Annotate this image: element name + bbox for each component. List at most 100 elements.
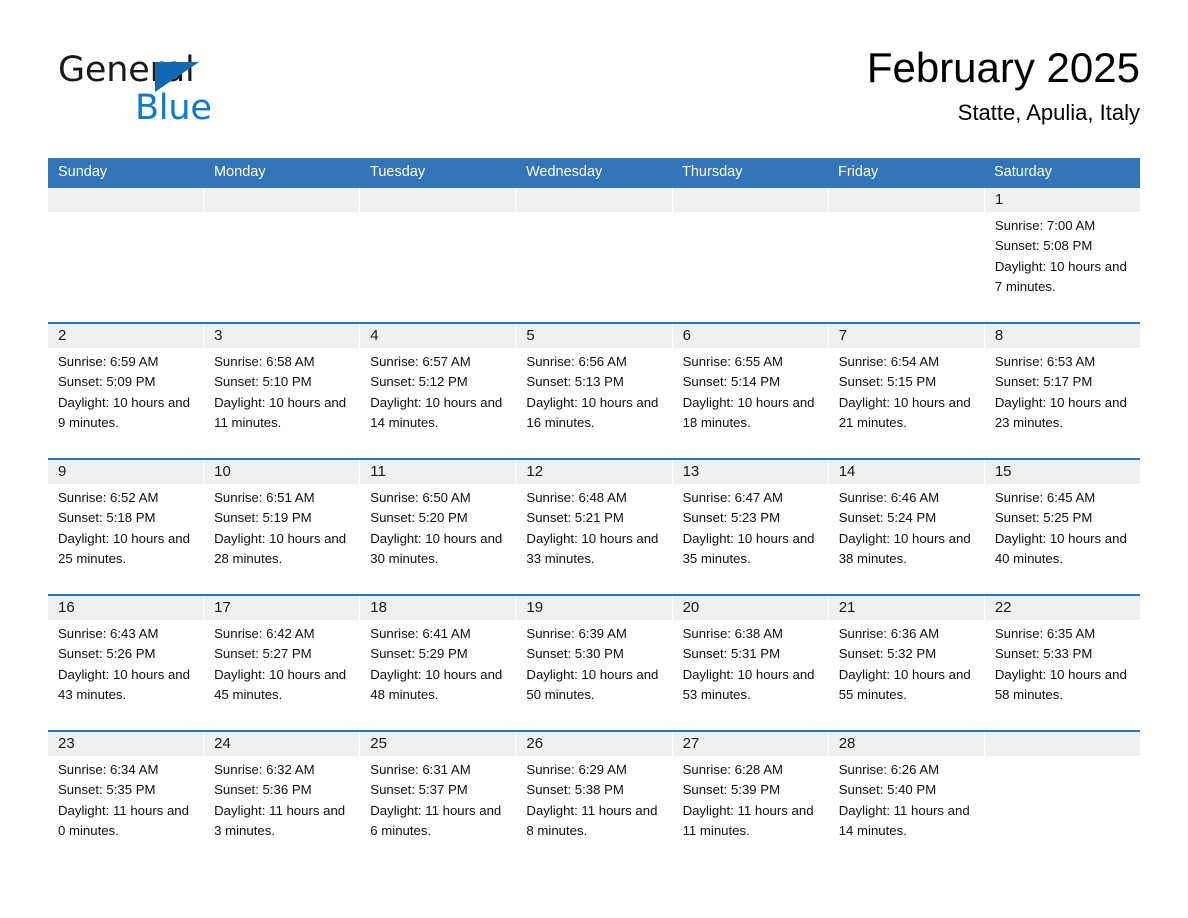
sunrise-text: Sunrise: 6:59 AM (58, 354, 159, 369)
day-number: 9 (48, 460, 204, 484)
day-number: 19 (516, 596, 672, 620)
day-number: 17 (204, 596, 360, 620)
day-cell[interactable]: 27 Sunrise: 6:28 AM Sunset: 5:39 PM Dayligh… (672, 732, 829, 860)
day-details: Sunrise: 6:34 AM Sunset: 5:35 PM Daylight:… (48, 756, 203, 841)
week-row-inner: 16 Sunrise: 6:43 AM Sunset: 5:26 PM Dayligh… (48, 596, 1140, 724)
sunrise-text: Sunrise: 6:38 AM (682, 626, 783, 641)
day-number: 28 (828, 732, 984, 756)
sunrise-text: Sunrise: 6:57 AM (370, 354, 471, 369)
day-number: 22 (984, 596, 1140, 620)
day-cell[interactable]: 12 Sunrise: 6:48 AM Sunset: 5:21 PM Dayligh… (516, 460, 673, 588)
day-cell-empty (516, 188, 673, 316)
day-cell[interactable]: 3 Sunrise: 6:58 AM Sunset: 5:10 PM Daylight… (204, 324, 361, 452)
day-details: Sunrise: 6:57 AM Sunset: 5:12 PM Daylight:… (360, 348, 515, 433)
day-details: Sunrise: 6:48 AM Sunset: 5:21 PM Daylight:… (516, 484, 671, 569)
day-cell[interactable]: 21 Sunrise: 6:36 AM Sunset: 5:32 PM Dayligh… (828, 596, 985, 724)
day-cell[interactable]: 8 Sunrise: 6:53 AM Sunset: 5:17 PM Daylight… (984, 324, 1140, 452)
sunrise-text: Sunrise: 6:56 AM (526, 354, 627, 369)
day-details: Sunrise: 6:35 AM Sunset: 5:33 PM Daylight:… (985, 620, 1140, 705)
day-cell[interactable]: 28 Sunrise: 6:26 AM Sunset: 5:40 PM Dayligh… (828, 732, 985, 860)
sunset-text: Sunset: 5:12 PM (370, 374, 468, 390)
day-cell[interactable]: 15 Sunrise: 6:45 AM Sunset: 5:25 PM Dayligh… (984, 460, 1140, 588)
sunset-text: Sunset: 5:10 PM (214, 374, 312, 390)
week-row: 2 Sunrise: 6:59 AM Sunset: 5:09 PM Daylight… (48, 322, 1140, 452)
week-row-inner: 1 Sunrise: 7:00 AM Sunset: 5:08 PM Daylight… (48, 188, 1140, 316)
sunrise-text: Sunrise: 6:41 AM (370, 626, 471, 641)
day-cell[interactable]: 16 Sunrise: 6:43 AM Sunset: 5:26 PM Dayligh… (48, 596, 205, 724)
sunset-text: Sunset: 5:17 PM (994, 374, 1093, 390)
sunrise-text: Sunrise: 6:34 AM (58, 762, 159, 777)
page-header: General Blue February 2025 Statte, Apuli… (48, 42, 1140, 146)
page-title: February 2025 (866, 44, 1140, 91)
day-cell[interactable]: 24 Sunrise: 6:32 AM Sunset: 5:36 PM Dayligh… (204, 732, 361, 860)
day-cell[interactable]: 2 Sunrise: 6:59 AM Sunset: 5:09 PM Daylight… (48, 324, 205, 452)
daylight-text: Daylight: 11 hours and 8 minutes. (526, 802, 658, 838)
weekday-header-tuesday: Tuesday (370, 164, 426, 180)
day-cell[interactable]: 26 Sunrise: 6:29 AM Sunset: 5:38 PM Dayligh… (516, 732, 673, 860)
day-number (984, 732, 1140, 756)
day-cell[interactable]: 1 Sunrise: 7:00 AM Sunset: 5:08 PM Daylight… (984, 188, 1140, 316)
day-details: Sunrise: 6:28 AM Sunset: 5:39 PM Daylight:… (673, 756, 828, 841)
day-cell[interactable]: 5 Sunrise: 6:56 AM Sunset: 5:13 PM Daylight… (516, 324, 673, 452)
daylight-text: Daylight: 10 hours and 21 minutes. (838, 394, 971, 430)
day-cell[interactable]: 25 Sunrise: 6:31 AM Sunset: 5:37 PM Dayligh… (360, 732, 517, 860)
daylight-text: Daylight: 10 hours and 25 minutes. (58, 530, 190, 566)
day-number: 4 (360, 324, 516, 348)
day-details: Sunrise: 6:43 AM Sunset: 5:26 PM Daylight:… (48, 620, 203, 705)
day-cell[interactable]: 10 Sunrise: 6:51 AM Sunset: 5:19 PM Dayligh… (204, 460, 361, 588)
day-cell[interactable]: 4 Sunrise: 6:57 AM Sunset: 5:12 PM Daylight… (360, 324, 517, 452)
day-details: Sunrise: 6:36 AM Sunset: 5:32 PM Daylight:… (829, 620, 984, 705)
day-cell[interactable]: 11 Sunrise: 6:50 AM Sunset: 5:20 PM Dayligh… (360, 460, 517, 588)
sunrise-text: Sunrise: 6:36 AM (838, 626, 940, 641)
day-cell-empty (828, 188, 985, 316)
sunset-text: Sunset: 5:19 PM (214, 510, 312, 526)
daylight-text: Daylight: 10 hours and 30 minutes. (370, 530, 503, 566)
day-number: 23 (48, 732, 204, 756)
day-cell-empty (984, 732, 1140, 860)
sunset-text: Sunset: 5:39 PM (682, 782, 781, 798)
daylight-text: Daylight: 10 hours and 33 minutes. (526, 530, 659, 566)
day-number: 27 (672, 732, 828, 756)
day-details: Sunrise: 6:51 AM Sunset: 5:19 PM Daylight:… (204, 484, 359, 569)
sunrise-text: Sunrise: 6:51 AM (214, 490, 315, 505)
day-cell[interactable]: 14 Sunrise: 6:46 AM Sunset: 5:24 PM Dayligh… (828, 460, 985, 588)
week-row-inner: 2 Sunrise: 6:59 AM Sunset: 5:09 PM Daylight… (48, 324, 1140, 452)
day-cell[interactable]: 7 Sunrise: 6:54 AM Sunset: 5:15 PM Daylight… (828, 324, 985, 452)
generalblue-logo: General Blue (58, 50, 318, 138)
day-number: 26 (516, 732, 672, 756)
day-details: Sunrise: 6:54 AM Sunset: 5:15 PM Daylight:… (829, 348, 984, 433)
day-number: 24 (204, 732, 360, 756)
day-cell[interactable]: 17 Sunrise: 6:42 AM Sunset: 5:27 PM Dayligh… (204, 596, 361, 724)
title-block: February 2025 Statte, Apulia, Italy (440, 42, 1140, 130)
day-cell[interactable]: 20 Sunrise: 6:38 AM Sunset: 5:31 PM Dayligh… (672, 596, 829, 724)
day-cell[interactable]: 18 Sunrise: 6:41 AM Sunset: 5:29 PM Dayligh… (360, 596, 517, 724)
day-details: Sunrise: 6:55 AM Sunset: 5:14 PM Daylight:… (673, 348, 828, 433)
day-cell[interactable]: 6 Sunrise: 6:55 AM Sunset: 5:14 PM Daylight… (672, 324, 829, 452)
week-row-inner: 23 Sunrise: 6:34 AM Sunset: 5:35 PM Dayligh… (48, 732, 1140, 860)
daylight-text: Daylight: 11 hours and 3 minutes. (214, 802, 346, 838)
daylight-text: Daylight: 10 hours and 43 minutes. (58, 666, 190, 702)
sunrise-text: Sunrise: 6:45 AM (994, 490, 1096, 505)
day-details: Sunrise: 6:58 AM Sunset: 5:10 PM Daylight:… (204, 348, 359, 433)
sunrise-text: Sunrise: 6:26 AM (838, 762, 940, 777)
weekday-header-row: Sunday Monday Tuesday Wednesday Thursday… (48, 158, 1140, 186)
day-number (516, 188, 672, 212)
sunrise-text: Sunrise: 6:47 AM (682, 490, 783, 505)
day-cell[interactable]: 22 Sunrise: 6:35 AM Sunset: 5:33 PM Dayligh… (984, 596, 1140, 724)
daylight-text: Daylight: 10 hours and 58 minutes. (994, 666, 1127, 702)
day-details: Sunrise: 6:26 AM Sunset: 5:40 PM Daylight:… (829, 756, 984, 841)
day-number: 8 (984, 324, 1140, 348)
sunset-text: Sunset: 5:32 PM (838, 646, 937, 662)
day-details: Sunrise: 6:41 AM Sunset: 5:29 PM Daylight:… (360, 620, 515, 705)
day-details: Sunrise: 6:29 AM Sunset: 5:38 PM Daylight:… (516, 756, 671, 841)
day-cell[interactable]: 23 Sunrise: 6:34 AM Sunset: 5:35 PM Dayligh… (48, 732, 205, 860)
day-cell[interactable]: 13 Sunrise: 6:47 AM Sunset: 5:23 PM Dayligh… (672, 460, 829, 588)
sunrise-text: Sunrise: 6:31 AM (370, 762, 471, 777)
day-cell[interactable]: 9 Sunrise: 6:52 AM Sunset: 5:18 PM Daylight… (48, 460, 205, 588)
day-cell[interactable]: 19 Sunrise: 6:39 AM Sunset: 5:30 PM Dayligh… (516, 596, 673, 724)
daylight-text: Daylight: 10 hours and 28 minutes. (214, 530, 347, 566)
daylight-text: Daylight: 10 hours and 23 minutes. (994, 394, 1127, 430)
daylight-text: Daylight: 10 hours and 16 minutes. (526, 394, 659, 430)
day-details: Sunrise: 6:45 AM Sunset: 5:25 PM Daylight:… (985, 484, 1140, 569)
sunset-text: Sunset: 5:38 PM (526, 782, 624, 798)
